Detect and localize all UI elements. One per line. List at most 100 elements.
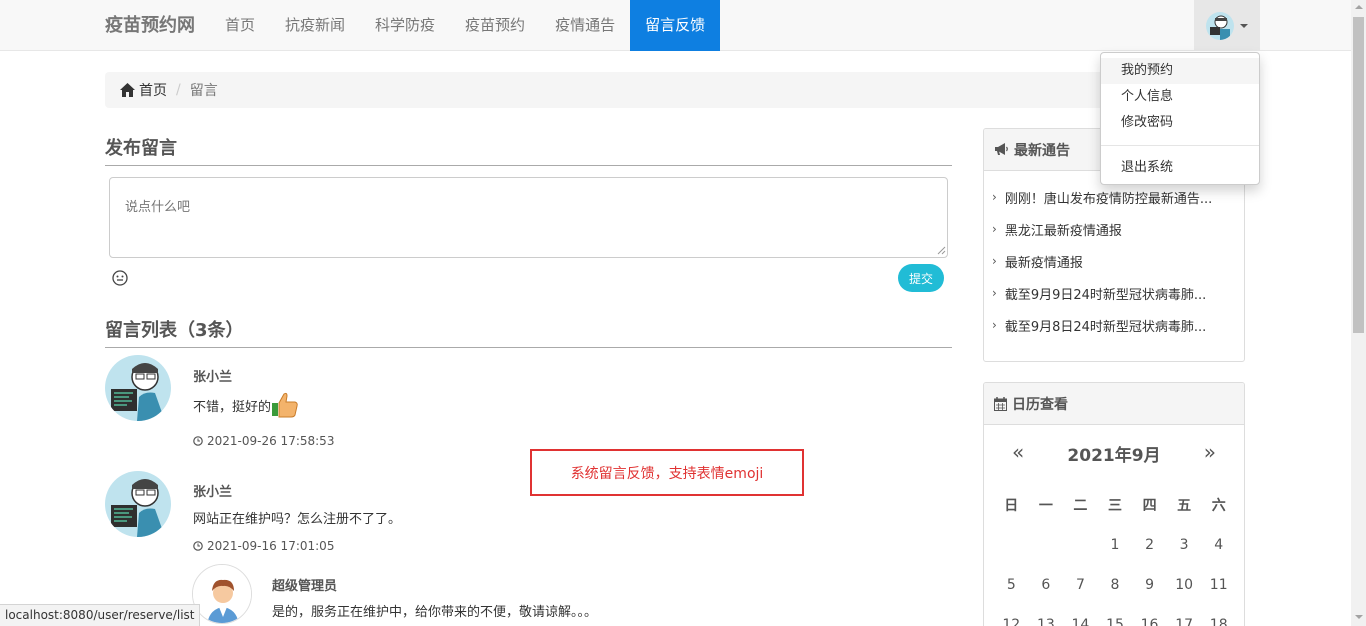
calendar-day[interactable]: 17 [1167, 605, 1202, 626]
chevron-right-icon: › [992, 222, 997, 236]
user-avatar [1206, 11, 1234, 40]
brand-logo[interactable]: 疫苗预约网 [105, 0, 195, 51]
reply-text: 是的，服务正在维护中，给你带来的不便，敬请谅解。。。 [272, 605, 598, 620]
calendar-day[interactable]: 13 [1029, 605, 1064, 626]
comments-section-title: 留言列表（3条） [105, 316, 952, 348]
calendar-empty-cell [1029, 525, 1064, 565]
calendar-empty-cell [994, 525, 1029, 565]
calendar-weekday: 五 [1177, 498, 1192, 514]
calendar-day[interactable]: 18 [1201, 605, 1236, 626]
menu-profile[interactable]: 个人信息 [1101, 84, 1259, 110]
status-bar-url: localhost:8080/user/reserve/list [0, 604, 201, 626]
calendar-panel: 日历查看 « 2021年9月 » 日一二三四五六 1 2 3 4 5 6 7 8 9 10 11 12 1… [983, 382, 1245, 626]
calendar-weekday: 一 [1038, 498, 1053, 514]
calendar-day[interactable]: 12 [994, 605, 1029, 626]
chevron-right-icon: › [992, 190, 997, 204]
post-section-title: 发布留言 [105, 134, 952, 166]
page-scrollbar[interactable] [1351, 0, 1366, 626]
bullhorn-icon [995, 143, 1008, 155]
comment-author: 张小兰 [193, 370, 233, 385]
calendar-header: « 2021年9月 » [984, 441, 1244, 466]
user-dropdown-menu: 我的预约 个人信息 修改密码 退出系统 [1100, 52, 1260, 185]
calendar-day[interactable]: 14 [1063, 605, 1098, 626]
breadcrumb-separator: / [176, 82, 181, 98]
notice-item-text: 黑龙江最新疫情通报 [1004, 223, 1122, 239]
comment-time: 2021-09-26 17:58:53 [193, 434, 334, 448]
calendar-empty-cell [1063, 525, 1098, 565]
top-navbar: 疫苗预约网 首页 抗疫新闻 科学防疫 疫苗预约 疫情通告 留言反馈 [0, 0, 1351, 51]
comment-time: 2021-09-16 17:01:05 [193, 539, 334, 553]
user-menu-toggle[interactable] [1194, 0, 1260, 51]
comment-avatar [105, 471, 171, 537]
reply-author: 超级管理员 [272, 579, 338, 594]
calendar-panel-header: 日历查看 [984, 383, 1244, 425]
calendar-day[interactable]: 5 [994, 565, 1029, 605]
nav-notice[interactable]: 疫情通告 [540, 0, 630, 51]
caret-down-icon [1240, 23, 1248, 28]
chevron-right-icon: › [992, 254, 997, 268]
calendar-day[interactable]: 9 [1132, 565, 1167, 605]
chevron-right-icon: › [992, 286, 997, 300]
calendar-icon [994, 396, 1007, 411]
comment-time-text: 2021-09-16 17:01:05 [207, 539, 335, 553]
nav-news[interactable]: 抗疫新闻 [270, 0, 360, 51]
notice-item[interactable]: › 最新疫情通报 [984, 245, 1244, 277]
calendar-day[interactable]: 1 [1098, 525, 1133, 565]
calendar-day[interactable]: 2 [1132, 525, 1167, 565]
notice-item[interactable]: › 截至9月8日24时新型冠状病毒肺... [984, 309, 1244, 341]
calendar-day[interactable]: 11 [1201, 565, 1236, 605]
scroll-up-icon[interactable] [1355, 5, 1363, 9]
notice-item-text: 截至9月8日24时新型冠状病毒肺... [1004, 319, 1207, 335]
nav-feedback[interactable]: 留言反馈 [630, 0, 721, 51]
comment-author: 张小兰 [193, 485, 233, 500]
breadcrumb-home-label: 首页 [139, 83, 167, 99]
comment-time-text: 2021-09-26 17:58:53 [207, 434, 335, 448]
notice-item-text: 刚刚！唐山发布疫情防控最新通告... [1004, 191, 1213, 207]
scroll-thumb[interactable] [1353, 17, 1364, 333]
comment-avatar [105, 355, 171, 421]
scroll-down-icon[interactable] [1355, 615, 1363, 619]
calendar-day[interactable]: 3 [1167, 525, 1202, 565]
notice-item[interactable]: › 黑龙江最新疫情通报 [984, 213, 1244, 245]
menu-change-password[interactable]: 修改密码 [1101, 110, 1259, 136]
comment-text: 网站正在维护吗？怎么注册不了了。 [193, 512, 402, 527]
breadcrumb: 首页 / 留言 [105, 72, 1245, 108]
notice-item-text: 最新疫情通报 [1004, 255, 1083, 271]
clock-icon [193, 436, 203, 446]
calendar-day[interactable]: 16 [1132, 605, 1167, 626]
calendar-day[interactable]: 4 [1201, 525, 1236, 565]
comment-text-content: 不错，挺好的 [193, 399, 272, 415]
notice-item[interactable]: › 刚刚！唐山发布疫情防控最新通告... [984, 181, 1244, 213]
reply-avatar [192, 564, 252, 624]
comment-text: 不错，挺好的 [193, 391, 299, 419]
clock-icon [193, 541, 203, 551]
submit-button[interactable]: 提交 [898, 264, 944, 292]
calendar-grid: 日一二三四五六 1 2 3 4 5 6 7 8 9 10 11 12 13 14 15 16 17 18 [994, 495, 1236, 626]
calendar-next-button[interactable]: » [1204, 441, 1216, 466]
notice-item[interactable]: › 截至9月9日24时新型冠状病毒肺... [984, 277, 1244, 309]
nav-home[interactable]: 首页 [210, 0, 270, 51]
calendar-weekday: 四 [1142, 498, 1157, 514]
calendar-day[interactable]: 15 [1098, 605, 1133, 626]
calendar-day[interactable]: 8 [1098, 565, 1133, 605]
nav-science[interactable]: 科学防疫 [360, 0, 450, 51]
notice-item-text: 截至9月9日24时新型冠状病毒肺... [1004, 287, 1207, 303]
calendar-prev-button[interactable]: « [1012, 441, 1024, 466]
thumbs-up-icon [272, 392, 298, 418]
nav-vaccine[interactable]: 疫苗预约 [450, 0, 540, 51]
calendar-weekday: 二 [1073, 498, 1088, 514]
menu-logout[interactable]: 退出系统 [1101, 155, 1259, 181]
menu-divider [1101, 145, 1259, 146]
calendar-month-title[interactable]: 2021年9月 [1067, 441, 1160, 466]
calendar-day[interactable]: 10 [1167, 565, 1202, 605]
main-nav: 首页 抗疫新闻 科学防疫 疫苗预约 疫情通告 留言反馈 [210, 0, 721, 51]
annotation-box: 系统留言反馈，支持表情emoji [530, 449, 804, 496]
notice-panel-title: 最新通告 [1014, 142, 1070, 159]
comment-textarea[interactable] [109, 177, 948, 258]
resize-grip-icon[interactable] [937, 246, 946, 255]
calendar-day[interactable]: 7 [1063, 565, 1098, 605]
calendar-day[interactable]: 6 [1029, 565, 1064, 605]
emoji-picker-icon[interactable] [112, 270, 128, 286]
breadcrumb-home[interactable]: 首页 [120, 80, 167, 100]
menu-my-reservations[interactable]: 我的预约 [1101, 58, 1259, 84]
